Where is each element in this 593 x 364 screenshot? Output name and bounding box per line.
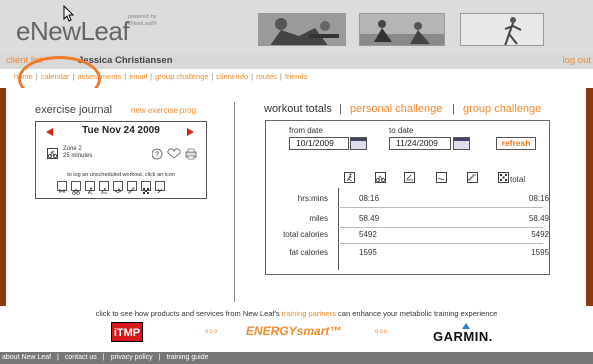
heart-icon[interactable] <box>167 148 181 159</box>
new-exercise-prog-link[interactable]: new exercise prog. <box>131 106 198 115</box>
nav-email[interactable]: email <box>129 72 147 81</box>
logout-link[interactable]: log out <box>562 55 591 66</box>
bike-icon[interactable] <box>71 181 81 195</box>
garmin-logo[interactable]: GARMIN. <box>433 329 493 344</box>
nav-separator: | <box>211 72 214 81</box>
nav-friends[interactable]: friends <box>285 72 308 81</box>
svg-text:?: ? <box>155 152 159 159</box>
calendar-icon[interactable] <box>453 137 470 150</box>
row-total-total-calories: 5492 <box>531 230 549 239</box>
swim-icon[interactable] <box>113 181 123 193</box>
run-icon <box>344 172 355 183</box>
strength-icon[interactable] <box>57 181 67 193</box>
footer-separator: | <box>57 354 59 361</box>
itmp-logo[interactable]: iTMP <box>111 322 143 342</box>
workout-summary[interactable]: Zone 2 25 minutes <box>63 146 92 160</box>
powered-line-2: eNewLeaf® <box>128 21 157 27</box>
nav-separator: | <box>124 72 127 81</box>
next-day-arrow-icon[interactable] <box>187 128 194 136</box>
rowing-icon[interactable] <box>99 181 109 194</box>
left-border <box>0 88 6 306</box>
header-photo-cyclists <box>359 13 445 46</box>
promo-text-before: click to see how products and services f… <box>95 309 282 318</box>
stairs-icon[interactable] <box>127 181 137 194</box>
row-total-miles: 58.49 <box>528 214 549 223</box>
unscheduled-workout-hint: to log an unscheduled workout, click an … <box>67 172 175 178</box>
nav-separator: | <box>251 72 254 81</box>
to-date-field[interactable]: 11/24/2009 <box>389 137 451 150</box>
row-total-hrs-mins: 08:16 <box>528 194 549 203</box>
nav-routes[interactable]: routes <box>256 72 277 81</box>
footer-privacy-link[interactable]: privacy policy <box>111 354 153 361</box>
to-date-label: to date <box>389 126 414 135</box>
help-icon[interactable]: ? <box>152 148 163 160</box>
logo-separator-dots: ooo <box>205 329 219 335</box>
tab-separator: | <box>452 103 455 115</box>
row-total-fat-calories: 1595 <box>531 248 549 257</box>
tab-workout-totals[interactable]: workout totals <box>264 103 332 115</box>
powered-by-text: powered by eNewLeaf® <box>128 14 157 28</box>
bike-icon <box>375 172 386 183</box>
nav-group-challenge[interactable]: group challenge <box>155 72 208 81</box>
journal-action-icons: ? <box>152 148 197 160</box>
nav-separator: | <box>279 72 282 81</box>
promo-text-after: can enhance your metabolic training expe… <box>335 309 498 318</box>
exercise-journal-box: Tue Nov 24 2009 Zone 2 25 minutes ? to l… <box>35 121 207 199</box>
column-divider <box>234 102 235 302</box>
nav-client-info[interactable]: client info <box>216 72 248 81</box>
footer-contact-link[interactable]: contact us <box>65 354 97 361</box>
tab-group-challenge[interactable]: group challenge <box>463 103 541 115</box>
footer-about-link[interactable]: about New Leaf <box>2 354 51 361</box>
duration-label: 25 minutes <box>63 153 93 159</box>
row-separator <box>338 207 543 208</box>
tab-separator: | <box>339 103 342 115</box>
stairs-icon <box>467 172 478 183</box>
row-separator <box>338 227 543 228</box>
powered-line-1: powered by <box>128 14 157 20</box>
journal-date: Tue Nov 24 2009 <box>82 125 160 136</box>
cycling-icon[interactable] <box>47 148 58 159</box>
nav-separator: | <box>150 72 153 81</box>
header: eNewLeaf powered by eNewLeaf® <box>0 0 593 54</box>
run-icon[interactable] <box>85 181 95 195</box>
from-date-field[interactable]: 10/1/2009 <box>289 137 349 150</box>
other-workout-icon[interactable] <box>141 181 151 194</box>
footer-separator: | <box>158 354 161 361</box>
from-date-label: from date <box>289 126 323 135</box>
exercise-journal-title: exercise journal <box>35 104 113 116</box>
mouse-cursor-icon <box>63 5 75 22</box>
energysmart-logo[interactable]: ENERGYsmart™ <box>246 324 341 338</box>
workout-totals-box: from date 10/1/2009 to date 11/24/2009 r… <box>265 120 550 275</box>
tab-personal-challenge[interactable]: personal challenge <box>350 103 442 115</box>
training-partners-link[interactable]: training partners <box>282 309 336 318</box>
partners-promo-text: click to see how products and services f… <box>0 309 593 318</box>
other-workout-icon <box>498 172 509 183</box>
right-border <box>586 88 593 306</box>
total-column-header: total <box>510 175 526 184</box>
swim-icon <box>436 172 447 183</box>
calendar-icon[interactable] <box>350 137 367 150</box>
row-separator <box>338 243 543 244</box>
refresh-button[interactable]: refresh <box>496 137 536 150</box>
print-icon[interactable] <box>185 148 197 160</box>
header-photo-cycling <box>258 13 346 46</box>
logo-separator-dots: ooo <box>375 329 389 335</box>
footer-separator: | <box>102 354 105 361</box>
header-photo-runner <box>460 13 544 46</box>
footer-bar: about New Leaf | contact us | privacy policy… <box>0 352 593 364</box>
custom-workout-icon[interactable] <box>155 181 165 194</box>
rowing-icon <box>404 172 415 183</box>
footer-training-guide-link[interactable]: training guide <box>166 354 208 361</box>
zone-label: Zone 2 <box>63 146 82 152</box>
